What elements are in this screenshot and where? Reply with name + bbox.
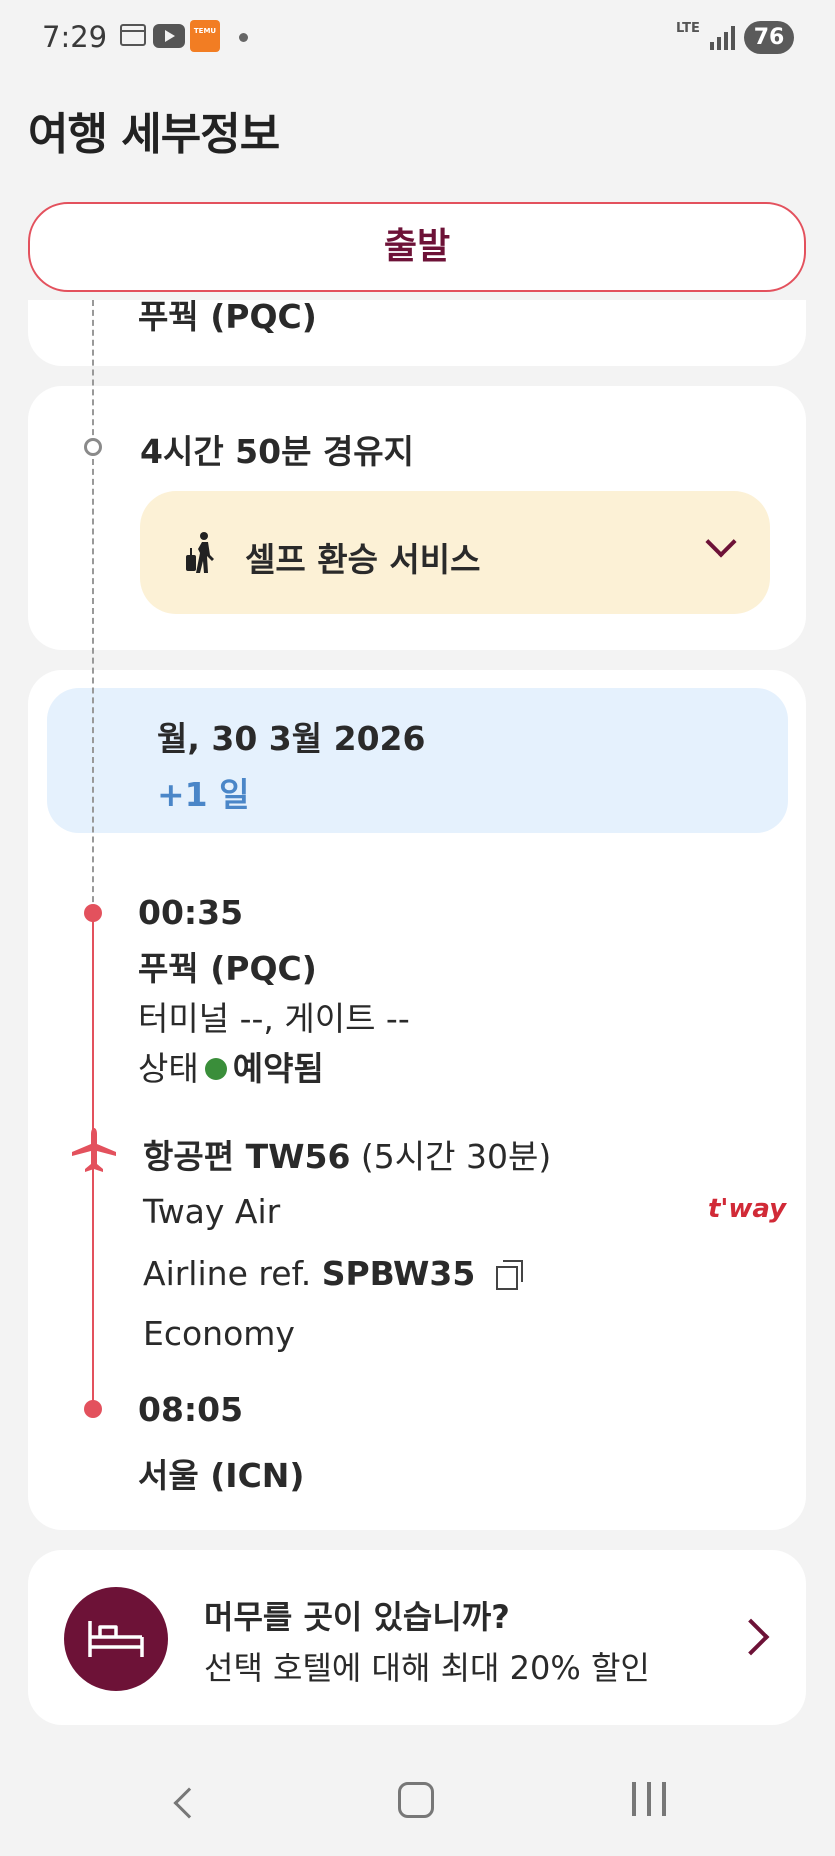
arrival-marker-icon <box>84 1400 102 1418</box>
previous-stop-airport: 푸꿕 (PQC) <box>138 300 317 336</box>
bed-icon <box>64 1587 168 1691</box>
arrival-airport: 서울 (ICN) <box>138 1456 305 1495</box>
copy-icon[interactable] <box>495 1259 524 1290</box>
self-transfer-label: 셀프 환승 서비스 <box>245 540 481 579</box>
hotel-promo-title: 머무를 곳이 있습니까? <box>204 1598 510 1636</box>
segment-date: 월, 30 3월 2026 <box>157 719 426 758</box>
airline-name: Tway Air <box>143 1192 281 1231</box>
system-navigation-bar <box>0 1740 835 1856</box>
hotel-promo-subtitle: 선택 호텔에 대해 최대 20% 할인 <box>204 1649 650 1687</box>
day-offset-badge: +1 일 <box>157 775 250 814</box>
status-bar: 7:29 TEMU LTE 76 <box>0 0 835 76</box>
back-button[interactable] <box>173 1787 205 1819</box>
status-prefix: 상태 <box>138 1049 199 1088</box>
flight-number: 항공편 TW56 <box>143 1137 351 1176</box>
recents-button[interactable] <box>632 1782 668 1816</box>
traveler-luggage-icon <box>186 532 214 573</box>
flight-duration: (5시간 30분) <box>360 1137 552 1176</box>
cabin-class: Economy <box>143 1314 295 1353</box>
notification-dot-icon <box>239 33 248 42</box>
status-time: 7:29 <box>42 20 108 54</box>
layover-duration: 4시간 50분 경유지 <box>140 432 415 471</box>
airline-logo: t'way <box>708 1194 787 1224</box>
chevron-down-icon <box>705 526 737 558</box>
airline-ref-label: Airline ref. <box>143 1254 312 1293</box>
page-title: 여행 세부정보 <box>28 109 280 160</box>
signal-icon <box>710 26 736 50</box>
status-value: 예약됨 <box>232 1049 324 1088</box>
arrival-time: 08:05 <box>138 1390 244 1429</box>
departure-airport: 푸꿕 (PQC) <box>138 949 317 988</box>
date-banner: 월, 30 3월 2026 +1 일 <box>47 688 788 833</box>
youtube-icon <box>153 24 185 48</box>
departure-time: 00:35 <box>138 893 244 932</box>
flight-info: 항공편 TW56 (5시간 30분) <box>143 1130 551 1178</box>
airplane-icon <box>72 1128 116 1172</box>
layover-marker-icon <box>84 438 102 456</box>
lte-icon: LTE <box>676 21 700 36</box>
previous-stop-card: 푸꿕 (PQC) <box>28 300 806 366</box>
departure-marker-icon <box>84 904 102 922</box>
booking-status: 상태 예약됨 <box>138 1042 324 1090</box>
airline-ref-code: SPBW35 <box>321 1254 476 1293</box>
battery-icon: 76 <box>744 21 794 54</box>
timeline-dashed-line <box>92 300 94 912</box>
status-dot-icon <box>204 1057 227 1080</box>
airline-reference: Airline ref. SPBW35 <box>143 1254 524 1293</box>
departure-terminal-gate: 터미널 --, 게이트 -- <box>138 999 410 1038</box>
departure-tab-button[interactable]: 출발 <box>28 202 806 292</box>
calendar-icon <box>120 24 146 46</box>
home-button[interactable] <box>398 1782 434 1818</box>
self-transfer-dropdown[interactable]: 셀프 환승 서비스 <box>140 491 770 614</box>
temu-icon: TEMU <box>190 20 220 52</box>
